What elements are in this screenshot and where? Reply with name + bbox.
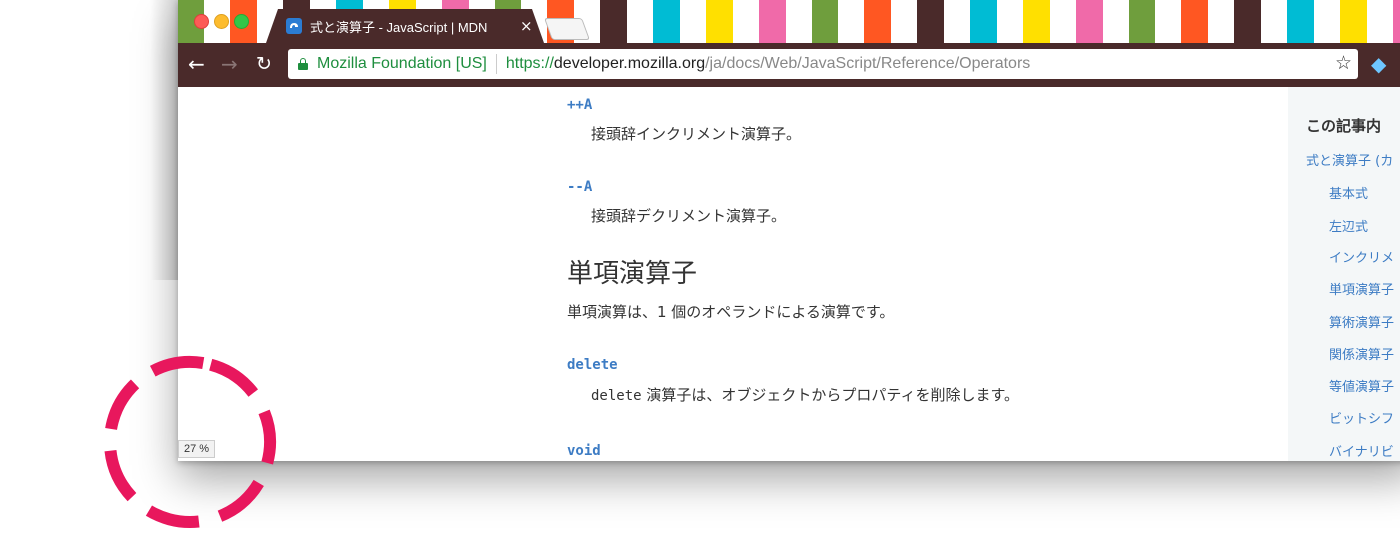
- desc-delete: delete 演算子は、オブジェクトからプロパティを削除します。: [591, 384, 1019, 405]
- term-delete[interactable]: delete: [567, 357, 618, 373]
- url-path: /ja/docs/Web/JavaScript/Reference/Operat…: [705, 55, 1031, 72]
- toc-item[interactable]: 式と演算子 (カ: [1306, 150, 1393, 169]
- url-host: developer.mozilla.org: [553, 55, 706, 72]
- tab-close-icon[interactable]: ×: [520, 17, 533, 35]
- section-intro: 単項演算は、1 個のオペランドによる演算です。: [567, 303, 895, 321]
- toolbar: ← → ↻ Mozilla Foundation [US] https:// d…: [178, 43, 1400, 87]
- desc-delete-text: 演算子は、オブジェクトからプロパティを削除します。: [641, 386, 1019, 404]
- back-icon[interactable]: ←: [188, 53, 205, 75]
- zoom-window-button[interactable]: [234, 14, 249, 29]
- reload-icon[interactable]: ↻: [256, 53, 272, 75]
- table-of-contents: この記事内 式と演算子 (カ 基本式 左辺式 インクリメ 単項演算子 算術演算子…: [1288, 87, 1400, 461]
- term-prefix-decrement[interactable]: --A: [567, 179, 592, 195]
- inline-code-delete: delete: [591, 388, 642, 404]
- toc-item[interactable]: ビットシフ: [1329, 408, 1394, 427]
- term-prefix-increment[interactable]: ++A: [567, 97, 592, 113]
- toc-item[interactable]: バイナリビ: [1329, 441, 1394, 460]
- stage: 式と演算子 - JavaScript | MDN × ← → ↻ Mozilla…: [0, 0, 1400, 560]
- desc-prefix-increment: 接頭辞インクリメント演算子。: [591, 125, 802, 143]
- bookmark-star-icon[interactable]: ☆: [1335, 52, 1352, 75]
- term-void[interactable]: void: [567, 443, 601, 459]
- browser-window: 式と演算子 - JavaScript | MDN × ← → ↻ Mozilla…: [178, 0, 1400, 461]
- page-content: ++A 接頭辞インクリメント演算子。 --A 接頭辞デクリメント演算子。 単項演…: [178, 87, 1400, 461]
- lock-icon: [298, 58, 308, 70]
- tab-title: 式と演算子 - JavaScript | MDN: [310, 19, 488, 35]
- toc-item[interactable]: 単項演算子: [1329, 279, 1394, 298]
- new-tab-button[interactable]: [543, 18, 591, 40]
- toc-item[interactable]: 算術演算子: [1329, 312, 1394, 331]
- omnibox-divider: [495, 54, 497, 74]
- tab-strip: 式と演算子 - JavaScript | MDN ×: [178, 0, 1400, 43]
- toc-item[interactable]: 左辺式: [1329, 216, 1368, 235]
- address-bar[interactable]: Mozilla Foundation [US] https:// develop…: [288, 49, 1358, 79]
- tab-active[interactable]: 式と演算子 - JavaScript | MDN ×: [266, 9, 544, 43]
- extension-icon[interactable]: ◆: [1371, 53, 1386, 75]
- toc-item[interactable]: インクリメ: [1329, 247, 1394, 266]
- close-window-button[interactable]: [194, 14, 209, 29]
- toc-item[interactable]: 関係演算子: [1329, 344, 1394, 363]
- desc-prefix-decrement: 接頭辞デクリメント演算子。: [591, 207, 787, 225]
- toc-heading: この記事内: [1306, 117, 1382, 135]
- url-scheme: https://: [505, 55, 554, 72]
- mdn-favicon-icon: [286, 18, 302, 34]
- toc-item[interactable]: 等値演算子: [1329, 376, 1394, 395]
- secure-origin-label: Mozilla Foundation [US]: [317, 55, 487, 72]
- loading-spinner-icon: [104, 356, 276, 528]
- section-heading: 単項演算子: [567, 259, 698, 289]
- forward-icon[interactable]: →: [221, 53, 238, 75]
- backdrop-shadow: [150, 0, 180, 280]
- minimize-window-button[interactable]: [214, 14, 229, 29]
- toc-item[interactable]: 基本式: [1329, 183, 1368, 202]
